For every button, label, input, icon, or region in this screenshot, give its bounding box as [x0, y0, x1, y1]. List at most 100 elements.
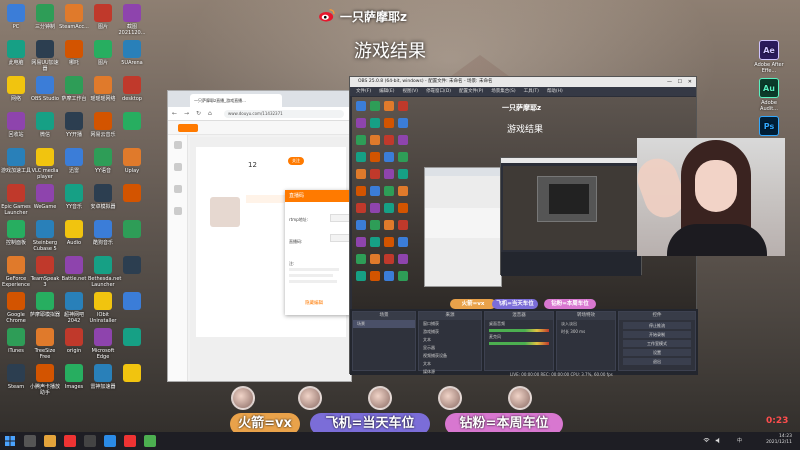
start-button[interactable]: [0, 432, 20, 450]
minimize-icon[interactable]: —: [667, 77, 672, 87]
address-bar[interactable]: www.douyu.com/11432371: [224, 110, 344, 118]
obs-menu-file[interactable]: 文件(F): [356, 87, 371, 96]
desktop-icon[interactable]: 网易UU加速器: [30, 40, 60, 72]
sidebar-icon[interactable]: [173, 141, 182, 149]
follow-button[interactable]: 关注: [288, 157, 304, 165]
card-thumbnail[interactable]: [210, 197, 240, 227]
desktop-icon[interactable]: Microsoft Edge: [88, 328, 118, 360]
transition-duration[interactable]: 时长 300 ms: [557, 328, 615, 336]
forward-icon[interactable]: →: [184, 110, 192, 118]
source-item[interactable]: 游戏捕获: [419, 328, 481, 336]
desktop-icon[interactable]: [117, 220, 147, 240]
clock[interactable]: 14:23 2021/12/11: [766, 434, 792, 446]
desktop-icon[interactable]: 萨摩耶模拟器: [30, 292, 60, 318]
volume-icon[interactable]: [715, 437, 722, 444]
desktop-icon[interactable]: 雷神加速器: [88, 364, 118, 390]
start-recording-button[interactable]: 开始录制: [623, 331, 691, 338]
desktop-icon[interactable]: origin: [59, 328, 89, 354]
browser-tab[interactable]: 一只萨摩耶z直播_游戏直播...: [190, 94, 282, 107]
desktop-icon[interactable]: 三分钟制: [30, 4, 60, 30]
studio-mode-button[interactable]: 工作室模式: [623, 340, 691, 347]
desktop-icon-au[interactable]: Au Adobe Audit...: [752, 78, 786, 112]
desktop-icon-ps[interactable]: Ps: [752, 116, 786, 138]
desktop-icon[interactable]: Audio: [59, 220, 89, 246]
desktop-icon[interactable]: Battle.net: [59, 256, 89, 282]
desktop-icon[interactable]: iTunes: [1, 328, 31, 354]
desktop-icon[interactable]: IObit Uninstaller: [88, 292, 118, 324]
desktop-icon[interactable]: Google Chrome: [1, 292, 31, 324]
desktop-icon[interactable]: 哪吒: [59, 40, 89, 66]
desktop-icon[interactable]: Images: [59, 364, 89, 390]
obs-taskbar-icon[interactable]: [84, 435, 96, 447]
source-item[interactable]: 窗口捕获: [419, 320, 481, 328]
desktop-icon[interactable]: YY语音: [88, 148, 118, 174]
desktop-icon[interactable]: 萨摩工作台: [59, 76, 89, 102]
wifi-icon[interactable]: [703, 437, 710, 444]
reload-icon[interactable]: ↻: [196, 110, 204, 118]
scenes-panel[interactable]: 场景 场景: [352, 311, 416, 371]
obs-menu-tools[interactable]: 工具(T): [524, 87, 539, 96]
stop-stream-button[interactable]: 停止推流: [623, 322, 691, 329]
taskbar-app-icon[interactable]: [64, 435, 76, 447]
file-explorer-icon[interactable]: [44, 435, 56, 447]
desktop-icon[interactable]: 网络: [1, 76, 31, 102]
desktop-icon[interactable]: WeGame: [30, 184, 60, 210]
desktop-icon[interactable]: GeForce Experience: [1, 256, 31, 288]
sidebar-icon[interactable]: [173, 207, 182, 215]
desktop-icon[interactable]: 瑶瑶瑶网络: [88, 76, 118, 102]
desktop-icon[interactable]: 截图 2021120...: [117, 4, 147, 36]
chrome-taskbar-icon[interactable]: [144, 435, 156, 447]
transitions-panel[interactable]: 转场特效 淡入淡出 时长 300 ms: [556, 311, 616, 371]
desktop-icon-ae[interactable]: Ae Adobe After Effe...: [752, 40, 786, 74]
taskbar-app-icon[interactable]: [124, 435, 136, 447]
source-item[interactable]: 文本: [419, 360, 481, 368]
sources-panel[interactable]: 来源 窗口捕获 游戏捕获 文本 显示器 视频捕获设备 文本 媒体源: [418, 311, 482, 374]
desktop-icon[interactable]: 安卓模拟器: [88, 184, 118, 210]
desktop-icon[interactable]: Steinberg Cubase 5: [30, 220, 60, 252]
stream-key-dialog[interactable]: 直播码 rtmp地址: 直播码: 注: 隐藏编辑: [285, 190, 352, 315]
desktop-icon[interactable]: Bethesda.net Launcher: [88, 256, 121, 288]
search-icon[interactable]: [24, 435, 36, 447]
desktop-icon[interactable]: [117, 292, 147, 312]
desktop-icon[interactable]: SteamAcc...: [59, 4, 89, 30]
maximize-icon[interactable]: ☐: [678, 77, 682, 87]
mixer-panel[interactable]: 混音器 桌面音频 麦克风: [484, 311, 554, 371]
desktop-icon[interactable]: 游戏加速工具: [1, 148, 31, 174]
desktop-icon[interactable]: YY音乐: [59, 184, 89, 210]
exit-button[interactable]: 退出: [623, 358, 691, 365]
desktop-icon[interactable]: YY开播: [59, 112, 89, 138]
obs-menu-view[interactable]: 视图(V): [402, 87, 418, 96]
edge-taskbar-icon[interactable]: [104, 435, 116, 447]
desktop-icon[interactable]: OBS Studio: [30, 76, 60, 102]
obs-menu-dock[interactable]: 停靠窗口(D): [426, 87, 451, 96]
desktop-icon[interactable]: 图片: [88, 4, 118, 30]
desktop-icon[interactable]: VLC media player: [30, 148, 60, 180]
desktop-icon[interactable]: [117, 328, 147, 348]
settings-button[interactable]: 设置: [623, 349, 691, 356]
desktop-icon[interactable]: [117, 112, 147, 132]
obs-menu-edit[interactable]: 编辑(E): [379, 87, 394, 96]
hide-edit-link[interactable]: 隐藏编辑: [305, 300, 323, 306]
desktop-icon[interactable]: [117, 364, 147, 384]
desktop-icon[interactable]: 小腾声卡播放助手: [30, 364, 60, 396]
desktop-icon[interactable]: 图片: [88, 40, 118, 66]
desktop-icon[interactable]: 回收站: [1, 112, 31, 138]
obs-menu-scenes[interactable]: 场景集合(S): [491, 87, 515, 96]
source-item[interactable]: 视频捕获设备: [419, 352, 481, 360]
source-item[interactable]: 文本: [419, 336, 481, 344]
desktop-icon[interactable]: 5UArena: [117, 40, 147, 66]
close-icon[interactable]: ✕: [688, 77, 692, 87]
desktop-icon[interactable]: 迅雷: [59, 148, 89, 174]
controls-panel[interactable]: 控件 停止推流 开始录制 工作室模式 设置 退出: [618, 311, 696, 371]
desktop-icon[interactable]: [117, 256, 147, 276]
obs-menu-profile[interactable]: 配置文件(P): [459, 87, 483, 96]
desktop-icon[interactable]: 酷狗音乐: [88, 220, 118, 246]
desktop-icon[interactable]: Uplay: [117, 148, 147, 174]
desktop-icon[interactable]: desktop: [117, 76, 147, 102]
desktop-icon[interactable]: Epic Games Launcher: [1, 184, 31, 216]
desktop-icon[interactable]: TeamSpeak 3: [30, 256, 60, 288]
sidebar-icon[interactable]: [173, 185, 182, 193]
desktop-icon[interactable]: 超神网吧 2042: [59, 292, 89, 324]
desktop-icon[interactable]: TreeSize Free: [30, 328, 60, 360]
source-item[interactable]: 媒体源: [419, 368, 481, 376]
